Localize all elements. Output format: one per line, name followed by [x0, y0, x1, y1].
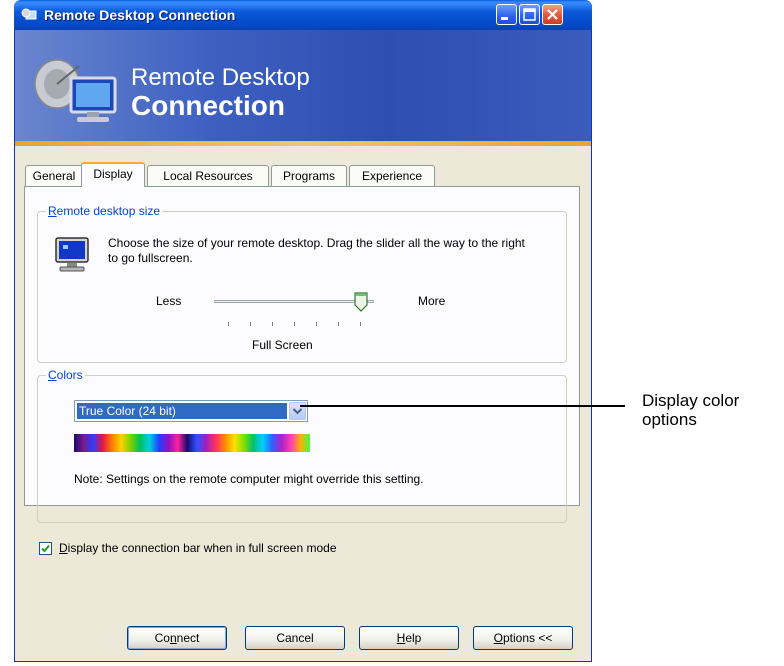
remote-desktop-size-legend: Remote desktop size [46, 204, 163, 218]
size-description: Choose the size of your remote desktop. … [108, 236, 525, 265]
tab-label: Programs [282, 169, 335, 183]
banner-title-line1: Remote Desktop [131, 64, 310, 91]
slider-tick [338, 322, 339, 326]
minimize-button[interactable] [496, 4, 517, 25]
size-slider-track[interactable] [214, 300, 374, 303]
tab-general[interactable]: General [25, 165, 83, 186]
color-depth-select[interactable]: True Color (24 bit) [74, 400, 308, 422]
colors-group: Colors True Color (24 bit) Note: Setting… [37, 368, 567, 523]
connection-bar-label: Display the connection bar when in full … [59, 541, 337, 555]
help-button[interactable]: Help [359, 626, 459, 650]
slider-tick [294, 322, 295, 326]
remote-desktop-icon [21, 8, 37, 20]
connect-button[interactable]: Connect [127, 626, 227, 650]
tab-label: Local Resources [163, 169, 253, 183]
window-title: Remote Desktop Connection [44, 7, 236, 23]
callout-label: Display color options [642, 391, 740, 429]
size-slider-thumb[interactable] [354, 292, 368, 312]
color-spectrum-preview [74, 434, 310, 452]
remote-desktop-size-group: Remote desktop size Choose the size of y… [37, 204, 567, 363]
slider-tick [272, 322, 273, 326]
maximize-button[interactable] [519, 4, 540, 25]
display-tab-panel: Remote desktop size Choose the size of y… [24, 186, 580, 523]
close-icon [547, 9, 558, 20]
tab-label: Display [93, 167, 133, 181]
tab-label: General [32, 169, 76, 183]
monitor-icon [55, 237, 89, 272]
slider-more-label: More [418, 294, 446, 308]
maximize-icon [523, 8, 536, 21]
remote-desktop-logo-icon [34, 59, 117, 122]
slider-tick [360, 322, 361, 326]
tab-experience[interactable]: Experience [349, 165, 435, 186]
tab-local-resources[interactable]: Local Resources [147, 165, 269, 186]
connection-bar-checkbox[interactable] [39, 542, 52, 555]
tab-label: Experience [361, 169, 423, 183]
minimize-icon [501, 17, 508, 20]
close-button[interactable] [542, 4, 563, 25]
banner: Remote Desktop Connection [15, 30, 591, 146]
color-depth-value: True Color (24 bit) [77, 403, 287, 419]
remote-desktop-window: Remote Desktop Connection Remote Desktop… [14, 0, 592, 662]
tab-programs[interactable]: Programs [271, 165, 347, 186]
cancel-button[interactable]: Cancel [245, 626, 345, 650]
colors-legend: Colors [46, 368, 85, 382]
slider-tick [316, 322, 317, 326]
checkmark-icon [41, 544, 50, 553]
colors-note: Note: Settings on the remote computer mi… [74, 472, 424, 486]
banner-accent-stripe [15, 141, 591, 146]
title-bar[interactable]: Remote Desktop Connection [14, 0, 592, 30]
tab-display[interactable]: Display [81, 162, 145, 187]
banner-title-line2: Connection [131, 90, 285, 121]
options-button[interactable]: Options << [473, 626, 573, 650]
size-value-label: Full Screen [252, 338, 313, 352]
slider-less-label: Less [156, 294, 182, 308]
callout-line [300, 405, 625, 407]
slider-tick [228, 322, 229, 326]
slider-tick [250, 322, 251, 326]
